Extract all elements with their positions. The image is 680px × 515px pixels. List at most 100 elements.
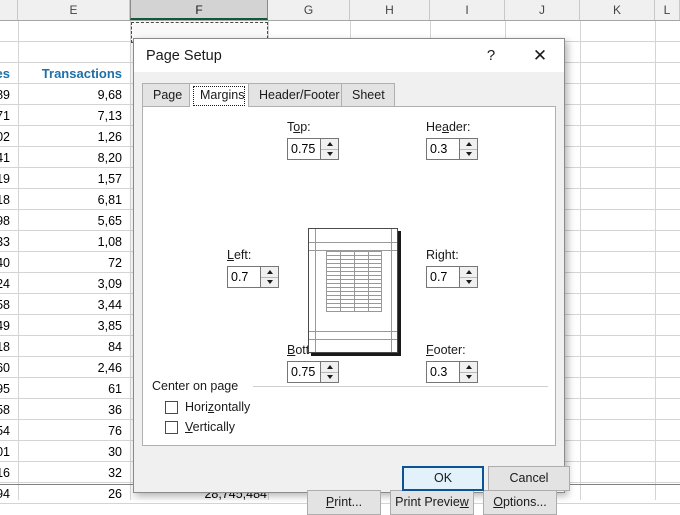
cell-d-4: 23,641 [0, 151, 10, 165]
preview-footer-line [309, 339, 397, 340]
options-button[interactable]: Options... [483, 490, 557, 515]
cell-e-2: 7,13 [97, 109, 122, 123]
tab-page[interactable]: Page [142, 83, 190, 106]
cell-e-12: 3,85 [97, 319, 122, 333]
cell-e-19: 32 [108, 466, 122, 480]
cell-d-2: 76,971 [0, 109, 10, 123]
checkbox-vertically[interactable]: Vertically [165, 420, 235, 434]
column-header-f[interactable]: F [130, 0, 268, 20]
tab-header-footer[interactable]: Header/Footer [248, 83, 342, 106]
center-on-page-label: Center on page [152, 379, 244, 393]
footer-margin-spin-up-icon[interactable] [460, 362, 477, 372]
column-header-d[interactable]: D [0, 0, 18, 20]
preview-table-row-line [326, 311, 382, 312]
cell-d-14: 30,160 [0, 361, 10, 375]
column-title-d: es [0, 66, 10, 81]
column-header-e[interactable]: E [18, 0, 130, 20]
left-margin-stepper[interactable] [227, 266, 279, 288]
checkbox-vertically-box[interactable] [165, 420, 178, 434]
column-header-j[interactable]: J [505, 0, 580, 20]
left-margin-label: Left: [227, 248, 252, 262]
cell-e-15: 61 [108, 382, 122, 396]
checkbox-horizontally[interactable]: Horizontally [165, 400, 250, 414]
right-margin-label: Right: [426, 248, 459, 262]
close-icon[interactable]: ✕ [526, 45, 554, 67]
top-margin-spin-up-icon[interactable] [321, 139, 338, 149]
cell-d-19: 11,416 [0, 466, 10, 480]
preview-table-col-line [381, 251, 382, 311]
header-margin-stepper[interactable] [426, 138, 478, 160]
cell-e-3: 1,26 [97, 130, 122, 144]
footer-margin-stepper[interactable] [426, 361, 478, 383]
tab-sheet[interactable]: Sheet [341, 83, 395, 106]
cell-e-13: 84 [108, 340, 122, 354]
right-margin-spin-down-icon[interactable] [460, 276, 477, 287]
ok-button[interactable]: OK [402, 466, 484, 491]
print-preview-button[interactable]: Print Preview [390, 490, 474, 515]
footer-margin-input[interactable] [427, 362, 459, 382]
bottom-margin-stepper[interactable] [287, 361, 339, 383]
cell-d-8: 96,033 [0, 235, 10, 249]
print-button[interactable]: Print... [307, 490, 381, 515]
header-margin-input[interactable] [427, 139, 459, 159]
right-margin-input[interactable] [427, 267, 459, 287]
cell-e-10: 3,09 [97, 277, 122, 291]
left-margin-spin-buttons[interactable] [260, 267, 278, 287]
cell-d-11: 13,058 [0, 298, 10, 312]
cell-d-12: 23,649 [0, 319, 10, 333]
column-title-transactions: Transactions [41, 66, 122, 81]
top-margin-label: Top: [287, 120, 311, 134]
footer-margin-spin-buttons[interactable] [459, 362, 477, 382]
cell-e-4: 8,20 [97, 151, 122, 165]
preview-table-col-line [340, 251, 341, 311]
cell-d-6: 89,118 [0, 193, 10, 207]
preview-left-margin-line [315, 229, 316, 352]
cell-d-15: 10,095 [0, 382, 10, 396]
center-on-page-rule [253, 386, 548, 387]
cell-d-9: 64,140 [0, 256, 10, 270]
top-margin-stepper[interactable] [287, 138, 339, 160]
top-margin-input[interactable] [288, 139, 320, 159]
header-margin-spin-buttons[interactable] [459, 139, 477, 159]
cell-d-5: 44,719 [0, 172, 10, 186]
bottom-margin-input[interactable] [288, 362, 320, 382]
column-header-g[interactable]: G [268, 0, 350, 20]
bottom-margin-spin-up-icon[interactable] [321, 362, 338, 372]
bottom-margin-spin-down-icon[interactable] [321, 371, 338, 382]
dialog-titlebar: Page Setup ? ✕ [134, 39, 564, 72]
top-margin-spin-down-icon[interactable] [321, 148, 338, 159]
checkbox-vertically-label: Vertically [185, 420, 236, 434]
column-header-l[interactable]: L [655, 0, 680, 20]
cell-e-7: 5,65 [97, 214, 122, 228]
right-margin-spin-up-icon[interactable] [460, 267, 477, 277]
cell-e-11: 3,44 [97, 298, 122, 312]
cell-e-8: 1,08 [97, 235, 122, 249]
cell-d-3: 46,002 [0, 130, 10, 144]
column-header-h[interactable]: H [350, 0, 430, 20]
column-header-strip: DEFGHIJKLM [0, 0, 680, 21]
tab-margins[interactable]: Margins [189, 83, 249, 107]
preview-table-col-line [354, 251, 355, 311]
cell-d-16: 16,658 [0, 403, 10, 417]
footer-margin-spin-down-icon[interactable] [460, 371, 477, 382]
cancel-button[interactable]: Cancel [488, 466, 570, 491]
header-margin-spin-down-icon[interactable] [460, 148, 477, 159]
tab-focus-outline [193, 86, 245, 106]
header-margin-spin-up-icon[interactable] [460, 139, 477, 149]
preview-table-col-line [326, 251, 327, 311]
left-margin-spin-up-icon[interactable] [261, 267, 278, 277]
left-margin-spin-down-icon[interactable] [261, 276, 278, 287]
help-icon[interactable]: ? [478, 45, 504, 67]
column-header-i[interactable]: I [430, 0, 505, 20]
bottom-margin-spin-buttons[interactable] [320, 362, 338, 382]
cell-d-7: 59,398 [0, 214, 10, 228]
cell-d-20: 14,494 [0, 487, 10, 501]
left-margin-input[interactable] [228, 267, 260, 287]
top-margin-spin-buttons[interactable] [320, 139, 338, 159]
right-margin-stepper[interactable] [426, 266, 478, 288]
checkbox-horizontally-box[interactable] [165, 400, 178, 414]
cell-e-9: 72 [108, 256, 122, 270]
cell-e-18: 30 [108, 445, 122, 459]
right-margin-spin-buttons[interactable] [459, 267, 477, 287]
column-header-k[interactable]: K [580, 0, 655, 20]
